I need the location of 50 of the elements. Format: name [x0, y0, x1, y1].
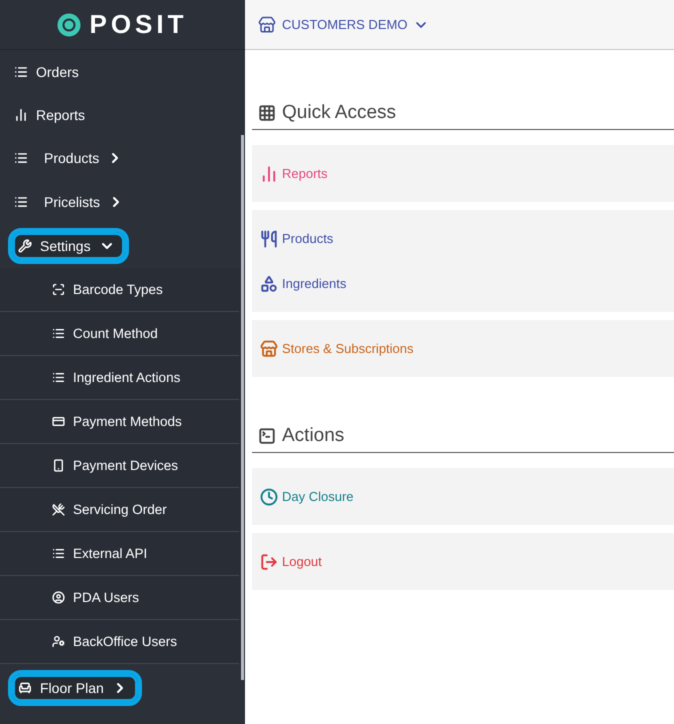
- utensils-icon: [52, 503, 65, 516]
- terminal-icon: [258, 427, 276, 445]
- user-gear-icon: [52, 635, 65, 648]
- armchair-icon: [18, 681, 32, 695]
- store-icon: [258, 16, 276, 34]
- clock-icon: [260, 488, 278, 506]
- scanner-icon: [52, 283, 65, 296]
- quick-link[interactable]: Products: [260, 216, 666, 261]
- quick-link[interactable]: Logout: [260, 539, 666, 584]
- submenu-item[interactable]: Payment Methods: [0, 400, 239, 444]
- quick-link[interactable]: Ingredients: [260, 261, 666, 306]
- nav-item[interactable]: Settings: [8, 228, 129, 264]
- quick-link[interactable]: Stores & Subscriptions: [260, 326, 666, 371]
- logout-icon: [260, 552, 278, 570]
- submenu-item[interactable]: Ingredient Actions: [0, 356, 239, 400]
- submenu-item[interactable]: PDA Users: [0, 576, 239, 620]
- logo-icon: [57, 12, 82, 36]
- logo-text: POSIT: [89, 9, 188, 40]
- grid-icon: [258, 104, 276, 122]
- utensils-icon: [260, 230, 278, 248]
- nav-item[interactable]: Floor Plan: [8, 670, 142, 706]
- submenu-item[interactable]: Barcode Types: [0, 268, 239, 312]
- nav-item[interactable]: Products: [8, 150, 124, 166]
- list-icon: [14, 64, 28, 78]
- nav-item[interactable]: Pricelists: [8, 194, 124, 210]
- shapes-icon: [260, 274, 278, 292]
- list-icon: [52, 327, 65, 340]
- store-icon: [260, 340, 278, 358]
- store-selector[interactable]: CUSTOMERS DEMO: [258, 16, 430, 34]
- list-icon: [52, 371, 65, 384]
- submenu-item[interactable]: Count Method: [0, 312, 239, 356]
- submenu-item[interactable]: BackOffice Users: [0, 620, 239, 664]
- quick-link[interactable]: Day Closure: [260, 474, 666, 519]
- wrench-icon: [18, 239, 32, 253]
- submenu-item[interactable]: Payment Devices: [0, 444, 239, 488]
- section-title: Quick Access: [282, 102, 396, 124]
- card-icon: [52, 415, 65, 428]
- scrollbar[interactable]: [241, 135, 244, 680]
- nav-item[interactable]: Reports: [8, 106, 86, 122]
- phone-icon: [52, 459, 65, 472]
- submenu-item[interactable]: Servicing Order: [0, 488, 239, 532]
- section-title: Actions: [282, 425, 344, 447]
- list-icon: [14, 151, 28, 165]
- submenu-item[interactable]: External API: [0, 532, 239, 576]
- bar-chart-icon: [260, 164, 278, 182]
- nav-item[interactable]: Orders: [8, 64, 79, 80]
- user-icon: [52, 591, 65, 604]
- list-icon: [52, 547, 65, 560]
- bar-chart-icon: [14, 108, 28, 122]
- list-icon: [14, 195, 28, 209]
